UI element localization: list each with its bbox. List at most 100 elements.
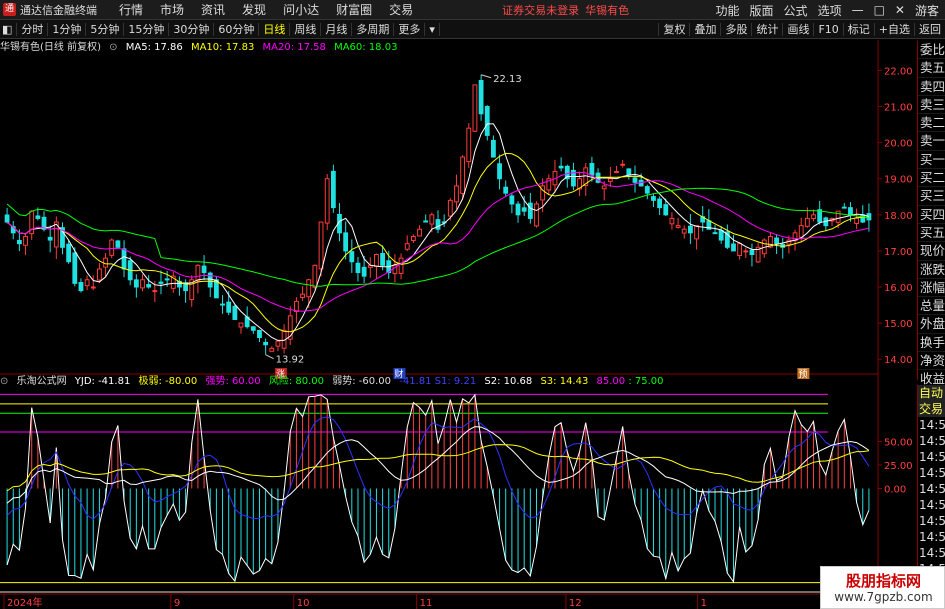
toolbar-right-group: 复权 叠加 多股 统计 画线 F10 标记 +自选 返回	[658, 20, 945, 39]
menu-item-jiaoyi[interactable]: 交易	[389, 1, 413, 18]
candle-body	[490, 139, 496, 158]
y-tick-label: 20.00	[884, 139, 913, 150]
menu-item-shichang[interactable]: 市场	[160, 1, 184, 18]
quote-label-sell3: 卖三	[918, 96, 945, 115]
tab-60min[interactable]: 60分钟	[214, 22, 260, 36]
menu-item-banmian[interactable]: 版面	[750, 2, 774, 19]
minimize-icon[interactable]: —	[852, 3, 864, 17]
candle-body	[435, 219, 441, 230]
candle-body	[78, 282, 84, 292]
candle-body	[66, 243, 72, 263]
candle-body	[257, 330, 262, 339]
menu-item-wenxiaoda[interactable]: 问小达	[283, 1, 319, 18]
candle-body	[250, 326, 256, 331]
candle-body	[644, 186, 650, 194]
tab-30min[interactable]: 30分钟	[169, 22, 215, 36]
candle-body	[164, 278, 170, 281]
duogu-button[interactable]: 多股	[720, 23, 751, 36]
tab-15min[interactable]: 15分钟	[124, 22, 170, 36]
login-warning[interactable]: 证券交易未登录	[502, 2, 579, 18]
quote-label-turnover: 换手	[918, 334, 945, 353]
watermark-title: 股朋指标网	[845, 572, 921, 590]
candle-body	[675, 225, 681, 228]
tab-weekly[interactable]: 周线	[290, 22, 322, 36]
tab-daily[interactable]: 日线	[259, 22, 291, 36]
candle-body	[324, 178, 330, 224]
tab-more[interactable]: 更多	[394, 22, 426, 36]
candle-body	[195, 264, 201, 282]
tongji-button[interactable]: 统计	[751, 23, 782, 36]
quote-label-sell5: 卖五	[918, 59, 945, 78]
huaxian-button[interactable]: 画线	[782, 23, 813, 36]
candle-body	[306, 279, 312, 298]
candle-body	[472, 84, 478, 132]
candle-body	[497, 163, 502, 180]
menu-item-zixun[interactable]: 资讯	[201, 1, 225, 18]
tab-multi-period[interactable]: 多周期	[352, 22, 395, 36]
more-dropdown-icon[interactable]: ▾	[425, 22, 440, 36]
quote-label-netasset: 净资	[918, 352, 945, 371]
sub-indicator-title[interactable]: 乐淘公式网	[17, 376, 67, 387]
back-button[interactable]: 返回	[914, 23, 945, 36]
candle-body	[527, 202, 533, 219]
maximize-icon[interactable]: □	[874, 3, 885, 17]
candle-body	[620, 163, 626, 166]
add-watchlist-button[interactable]: +自选	[873, 23, 914, 36]
candle-body	[355, 262, 361, 274]
y-tick-label: 17.00	[884, 247, 913, 258]
panel-toggle-icon[interactable]: ◧	[0, 22, 18, 36]
period-toolbar: ◧ 分时 1分钟 5分钟 15分钟 30分钟 60分钟 日线 周线 月线 多周期…	[0, 20, 945, 39]
app-title: 通达信金融终端	[20, 3, 97, 17]
tick-time: 14:56	[919, 418, 945, 432]
candle-body	[614, 170, 619, 173]
sub-legend-settings-icon[interactable]: ⊙	[0, 376, 8, 387]
tick-time: 14:56	[919, 466, 945, 480]
candle-body	[663, 204, 669, 216]
legend-jiruo: 极弱: -80.00	[138, 376, 198, 387]
x-tick-label: 10	[297, 598, 310, 609]
legend-settings-icon[interactable]: ⊙	[109, 42, 117, 53]
tab-fenshi[interactable]: 分时	[17, 22, 49, 36]
close-icon[interactable]: ✕	[895, 3, 905, 17]
tick-time: 14:56	[919, 498, 945, 512]
candle-body	[330, 170, 336, 209]
tick-time: 14:56	[919, 434, 945, 448]
guest-label[interactable]: 游客	[915, 2, 939, 19]
candle-body	[207, 272, 213, 288]
kline-chart[interactable]: 22.00 21.00 20.00 19.00 18.00 17.00 16.00 15.00…	[0, 40, 917, 609]
tab-1min[interactable]: 1分钟	[48, 22, 87, 36]
candle-body	[718, 229, 724, 241]
f10-button[interactable]: F10	[813, 23, 842, 36]
menu-item-hangqing[interactable]: 行情	[119, 1, 143, 18]
candle-body	[97, 268, 102, 281]
candle-body	[866, 213, 872, 221]
candle-body	[158, 281, 164, 284]
menu-item-faxian[interactable]: 发现	[242, 1, 266, 18]
candle-body	[410, 235, 416, 241]
menu-item-gongneng[interactable]: 功能	[716, 2, 740, 19]
candle-body	[848, 207, 853, 216]
fuquan-button[interactable]: 复权	[658, 23, 689, 36]
menu-item-caifuquan[interactable]: 财富圈	[336, 1, 372, 18]
menu-item-xuanxiang[interactable]: 选项	[818, 2, 842, 19]
legend-fengxian: 风险: 80.00	[268, 376, 325, 387]
legend-75: : 75.00	[628, 376, 664, 387]
candle-body	[743, 250, 749, 253]
candle-body	[509, 195, 515, 205]
diejia-button[interactable]: 叠加	[689, 23, 720, 36]
biaoji-button[interactable]: 标记	[842, 23, 874, 36]
event-marker-label: 预	[798, 369, 807, 380]
tick-time: 14:56	[919, 530, 945, 544]
quote-label-buy2: 买二	[918, 169, 945, 188]
candle-body	[152, 290, 158, 293]
y-tick-label: 14.00	[884, 355, 913, 366]
candle-body	[349, 251, 355, 263]
app-logo-icon: 通	[3, 3, 16, 16]
trade-label[interactable]: 交易	[918, 401, 945, 417]
tab-monthly[interactable]: 月线	[321, 22, 353, 36]
menu-item-gongshi[interactable]: 公式	[784, 2, 808, 19]
candle-body	[694, 225, 699, 240]
tab-5min[interactable]: 5分钟	[86, 22, 125, 36]
auto-trade-label[interactable]: 自动	[918, 385, 945, 401]
menu-bar: 通 通达信金融终端 行情 市场 资讯 发现 问小达 财富圈 交易 证券交易未登录…	[0, 0, 945, 20]
